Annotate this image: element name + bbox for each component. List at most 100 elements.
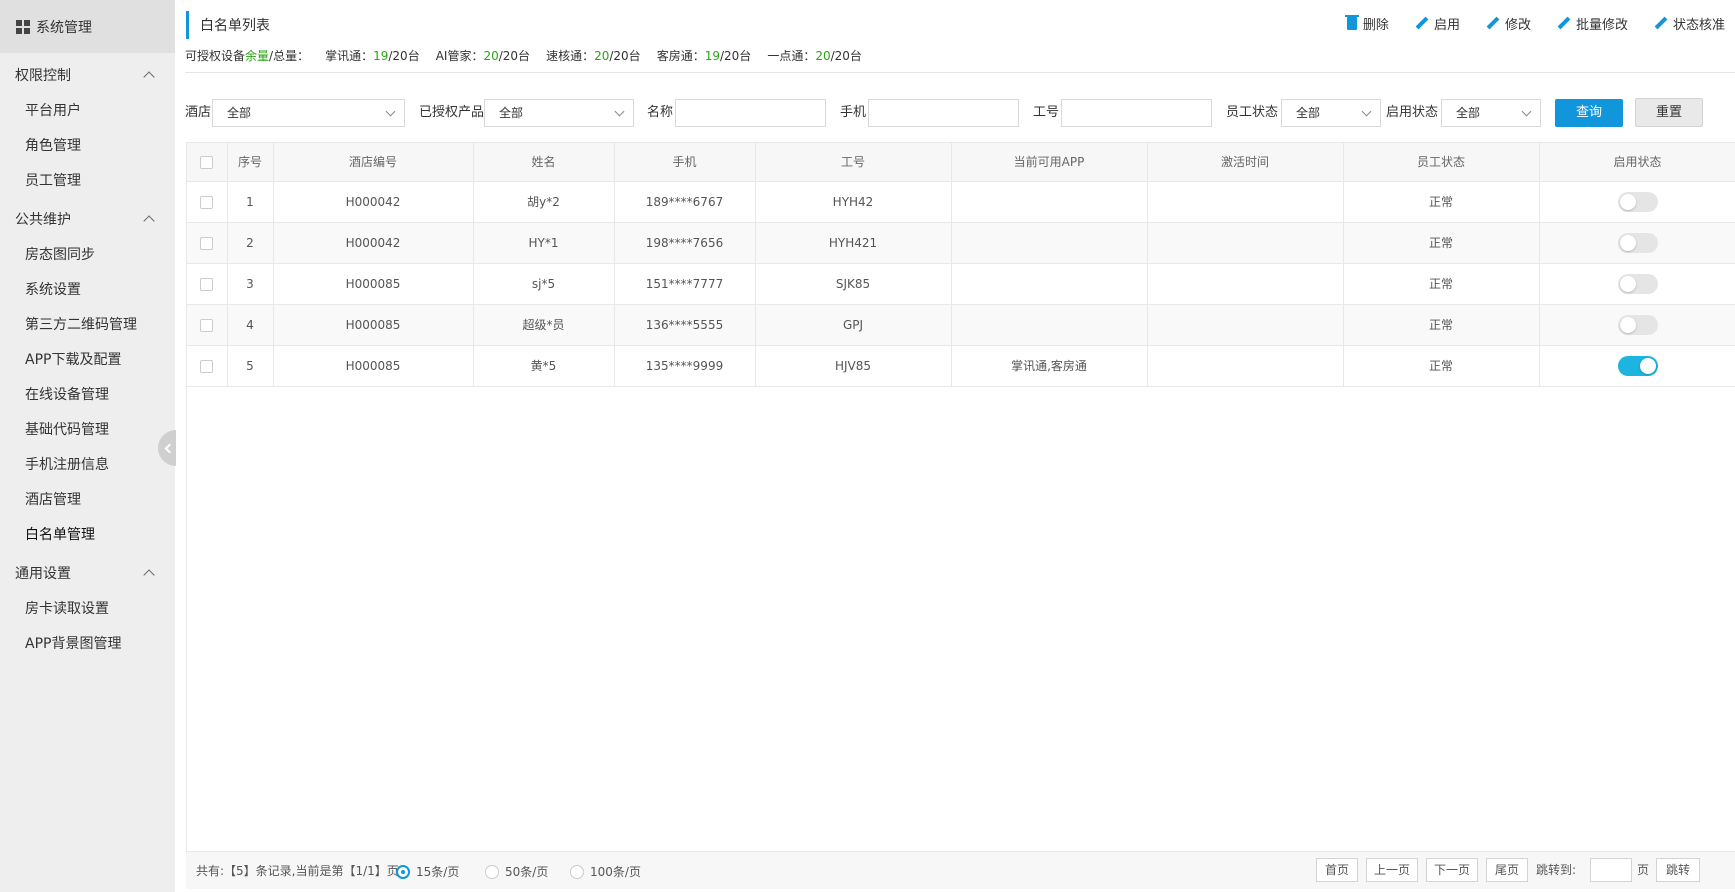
quota-item: AI管家：20/20台 [435, 49, 531, 63]
quota-item: 客房通：19/20台 [656, 49, 752, 63]
quota-info: 可授权设备余量/总量： 掌讯通：19/20台 AI管家：20/20台 速核通：2… [185, 49, 862, 63]
toolbar: 删除 启用 修改 批量修改 状态核准 [1344, 14, 1725, 33]
sidebar-item-hotels[interactable]: 酒店管理 [0, 481, 175, 516]
sidebar-item-online-devices[interactable]: 在线设备管理 [0, 376, 175, 411]
table-header-row: 序号 酒店编号 姓名 手机 工号 当前可用APP 激活时间 员工状态 启用状态 [187, 143, 1735, 182]
sidebar-group-public[interactable]: 公共维护 [0, 201, 175, 236]
page-unit: 页 [1637, 863, 1650, 877]
enable-status-label: 启用状态 [1386, 105, 1439, 120]
page-size-100[interactable]: 100条/页 [570, 863, 641, 880]
quota-item: 速核通：20/20台 [546, 49, 641, 63]
table-row[interactable]: 3 H000085 sj*5 151****7777 SJK85 正常 [187, 263, 1735, 305]
chevron-down-icon [614, 106, 625, 117]
batch-edit-button[interactable]: 批量修改 [1557, 14, 1628, 33]
select-all-cell[interactable] [187, 143, 228, 182]
product-label: 已授权产品 [419, 105, 485, 120]
record-info: 共有:【5】条记录,当前是第【1/1】页 [196, 864, 399, 878]
row-checkbox[interactable] [200, 277, 214, 291]
pagination: 共有:【5】条记录,当前是第【1/1】页 15条/页 50条/页 100条/页 … [186, 851, 1735, 889]
table-row[interactable]: 2 H000042 HY*1 198****7656 HYH421 正常 [187, 222, 1735, 264]
radio[interactable] [570, 864, 584, 879]
page-size-50[interactable]: 50条/页 [485, 863, 548, 880]
sidebar-item-app-background[interactable]: APP背景图管理 [0, 625, 175, 660]
first-page-button[interactable]: 首页 [1316, 858, 1358, 882]
enable-button[interactable]: 启用 [1415, 14, 1460, 33]
enable-toggle[interactable] [1617, 191, 1658, 212]
delete-button[interactable]: 删除 [1344, 14, 1389, 33]
emp-status-label: 员工状态 [1226, 105, 1279, 120]
row-checkbox[interactable] [200, 195, 214, 209]
jump-page-input[interactable] [1590, 858, 1632, 882]
pencil-icon [1486, 17, 1499, 30]
reset-button[interactable]: 重置 [1635, 98, 1703, 127]
sidebar-item-base-codes[interactable]: 基础代码管理 [0, 411, 175, 446]
last-page-button[interactable]: 尾页 [1486, 858, 1528, 882]
trash-icon [1344, 15, 1359, 30]
table-row[interactable]: 1 H000042 胡y*2 189****6767 HYH42 正常 [187, 181, 1735, 223]
next-page-button[interactable]: 下一页 [1426, 858, 1478, 882]
sidebar-title: 系统管理 [36, 19, 92, 36]
enable-toggle[interactable] [1617, 232, 1658, 253]
pencil-icon [1415, 17, 1428, 30]
column-header: 酒店编号 [273, 143, 474, 182]
sidebar-item-phone-registration[interactable]: 手机注册信息 [0, 446, 175, 481]
chevron-down-icon [385, 106, 396, 117]
quota-item: 一点通：20/20台 [767, 49, 862, 63]
table-row[interactable]: 5 H000085 黄*5 135****9999 HJV85 掌讯通,客房通 … [187, 345, 1735, 387]
edit-button[interactable]: 修改 [1486, 14, 1531, 33]
sidebar-group-permission[interactable]: 权限控制 [0, 57, 175, 92]
column-header: 序号 [227, 143, 274, 182]
chevron-up-icon [143, 70, 155, 83]
enable-toggle[interactable] [1617, 355, 1658, 376]
verify-status-button[interactable]: 状态核准 [1654, 14, 1725, 33]
row-checkbox[interactable] [200, 236, 214, 250]
filter-bar: 酒店 全部 已授权产品 全部 名称 手机 工号 员工状态 全部 启用状态 全部 … [185, 98, 1725, 127]
enable-toggle[interactable] [1617, 314, 1658, 335]
emp-status-select[interactable]: 全部 [1281, 99, 1381, 127]
sidebar-item-room-sync[interactable]: 房态图同步 [0, 236, 175, 271]
sidebar-item-qrcode[interactable]: 第三方二维码管理 [0, 306, 175, 341]
phone-label: 手机 [840, 105, 867, 120]
column-header: 启用状态 [1539, 143, 1735, 182]
jump-label: 跳转到: [1536, 863, 1577, 877]
sidebar-item-system-settings[interactable]: 系统设置 [0, 271, 175, 306]
query-button[interactable]: 查询 [1555, 99, 1623, 127]
chevron-down-icon [1361, 106, 1372, 117]
radio[interactable] [485, 864, 499, 879]
row-checkbox[interactable] [200, 359, 214, 373]
column-header: 员工状态 [1343, 143, 1540, 182]
name-label: 名称 [647, 105, 674, 120]
radio-checked[interactable] [396, 864, 410, 879]
pencil-icon [1557, 17, 1570, 30]
phone-input[interactable] [868, 99, 1019, 127]
empno-input[interactable] [1061, 99, 1212, 127]
prev-page-button[interactable]: 上一页 [1366, 858, 1418, 882]
sidebar-item-employees[interactable]: 员工管理 [0, 162, 175, 197]
column-header: 当前可用APP [951, 143, 1148, 182]
empno-label: 工号 [1033, 105, 1060, 120]
enable-status-select[interactable]: 全部 [1441, 99, 1541, 127]
page-size-15[interactable]: 15条/页 [396, 863, 459, 880]
sidebar-item-roles[interactable]: 角色管理 [0, 127, 175, 162]
chevron-up-icon [143, 214, 155, 227]
quota-item: 掌讯通：19/20台 [325, 49, 420, 63]
divider [185, 72, 1735, 73]
table-row[interactable]: 4 H000085 超级*员 136****5555 GPJ 正常 [187, 304, 1735, 346]
select-all-checkbox[interactable] [200, 155, 214, 169]
page-title: 白名单列表 [186, 11, 270, 39]
sidebar-item-app-download[interactable]: APP下载及配置 [0, 341, 175, 376]
sidebar-item-platform-users[interactable]: 平台用户 [0, 92, 175, 127]
column-header: 激活时间 [1147, 143, 1344, 182]
enable-toggle[interactable] [1617, 273, 1658, 294]
main-content: 白名单列表 可授权设备余量/总量： 掌讯通：19/20台 AI管家：20/20台… [175, 0, 1735, 892]
sidebar-group-general[interactable]: 通用设置 [0, 555, 175, 590]
hotel-label: 酒店 [185, 105, 212, 120]
product-select[interactable]: 全部 [484, 99, 634, 127]
sidebar-header[interactable]: 系统管理 [0, 0, 175, 53]
row-checkbox[interactable] [200, 318, 214, 332]
jump-button[interactable]: 跳转 [1656, 858, 1700, 882]
sidebar-item-whitelist[interactable]: 白名单管理 [0, 516, 175, 551]
sidebar-item-card-read[interactable]: 房卡读取设置 [0, 590, 175, 625]
name-input[interactable] [675, 99, 826, 127]
hotel-select[interactable]: 全部 [212, 99, 405, 127]
